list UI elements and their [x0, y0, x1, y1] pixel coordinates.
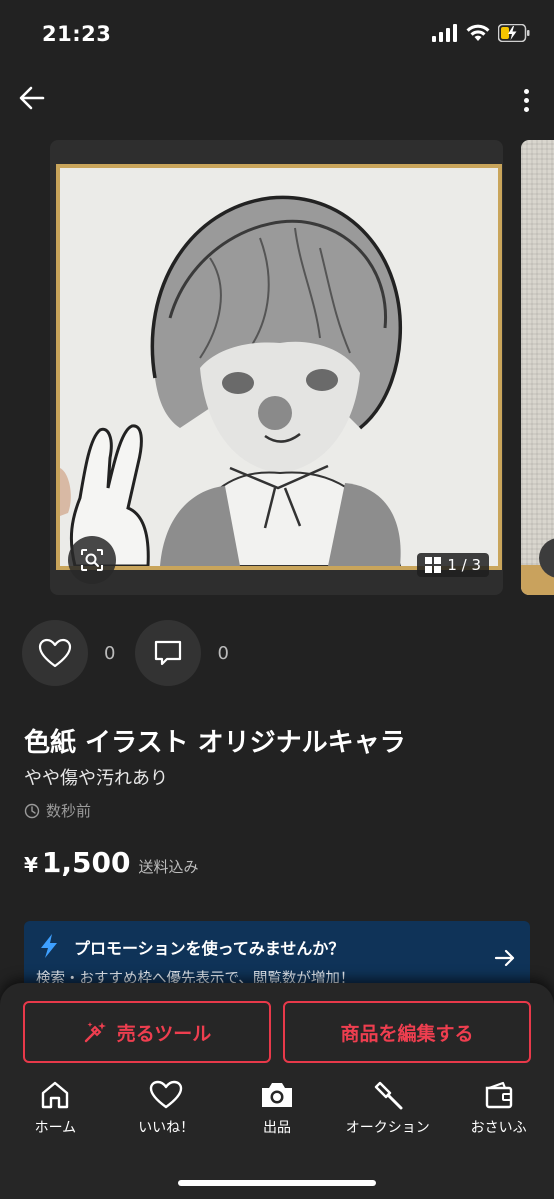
character-illustration [60, 168, 498, 566]
action-buttons: 売るツール 商品を編集する [23, 1001, 531, 1063]
gavel-icon [374, 1081, 403, 1110]
cellular-signal-icon [432, 24, 457, 42]
clock-icon [24, 803, 40, 818]
item-condition: やや傷や汚れあり [24, 768, 168, 789]
page-indicator-text: 1 / 3 [447, 556, 481, 574]
status-time: 21:23 [42, 22, 112, 46]
tab-likes[interactable]: いいね！ [111, 1079, 222, 1139]
status-icons [432, 24, 530, 42]
heart-icon [38, 638, 72, 668]
tab-auction-label: オークション [345, 1120, 430, 1136]
tab-wallet[interactable]: おさいふ [443, 1079, 554, 1139]
heart-icon [149, 1080, 183, 1109]
item-title: 色紙 イラスト オリジナルキャラ [24, 728, 406, 758]
tab-wallet-label: おさいふ [470, 1120, 527, 1136]
arrow-right-icon [494, 949, 515, 967]
shipping-note: 送料込み [138, 858, 199, 876]
image-carousel[interactable]: 1 / 3 [0, 140, 554, 596]
price-row: ¥ 1,500 送料込み [24, 846, 199, 879]
comment-button[interactable] [135, 620, 202, 686]
tab-listing-label: 出品 [262, 1120, 291, 1136]
shikishi-board [56, 164, 502, 570]
tab-home[interactable]: ホーム [0, 1079, 111, 1139]
tab-listing[interactable]: 出品 [222, 1079, 333, 1139]
price-currency: ¥ [24, 853, 38, 877]
next-photo-preview[interactable] [521, 140, 554, 595]
top-nav [0, 78, 554, 122]
like-count: 0 [104, 642, 116, 664]
edit-item-label: 商品を編集する [340, 1022, 474, 1045]
battery-charging-icon [498, 24, 530, 42]
wallet-icon [485, 1081, 512, 1109]
bottom-panel: 売るツール 商品を編集する ホーム いいね！ 出品 オークション おさいふ [0, 983, 554, 1199]
edit-item-button[interactable]: 商品を編集する [283, 1001, 531, 1063]
tab-auction[interactable]: オークション [332, 1079, 443, 1139]
more-options-button[interactable] [516, 82, 536, 118]
image-search-icon [81, 549, 103, 571]
grid-icon [425, 557, 442, 573]
back-button[interactable] [14, 80, 50, 116]
more-vertical-icon [523, 88, 529, 94]
price-value: 1,500 [41, 846, 131, 879]
sparkle-hammer-icon [84, 1022, 106, 1043]
posted-time-text: 数秒前 [46, 802, 92, 820]
posted-time: 数秒前 [24, 800, 91, 821]
image-search-button[interactable] [68, 536, 116, 584]
tab-likes-label: いいね！ [138, 1120, 195, 1136]
comment-count: 0 [217, 642, 229, 664]
lightning-icon [41, 934, 57, 958]
page-indicator[interactable]: 1 / 3 [417, 553, 489, 577]
home-icon [42, 1081, 69, 1109]
promotion-title: プロモーションを使ってみませんか？ [74, 939, 345, 958]
arrow-left-icon [19, 86, 45, 110]
tab-home-label: ホーム [34, 1120, 77, 1136]
tab-bar: ホーム いいね！ 出品 オークション おさいふ [0, 1079, 554, 1139]
status-bar: 21:23 [0, 0, 554, 70]
like-button[interactable] [22, 620, 88, 686]
reactions-row: 0 0 [22, 620, 249, 686]
comment-icon [155, 640, 182, 666]
product-photo[interactable]: 1 / 3 [50, 140, 503, 595]
wifi-icon [466, 24, 490, 41]
home-indicator [178, 1180, 376, 1186]
camera-icon [261, 1083, 292, 1107]
sell-tools-label: 売るツール [116, 1022, 212, 1045]
sell-tools-button[interactable]: 売るツール [23, 1001, 271, 1063]
